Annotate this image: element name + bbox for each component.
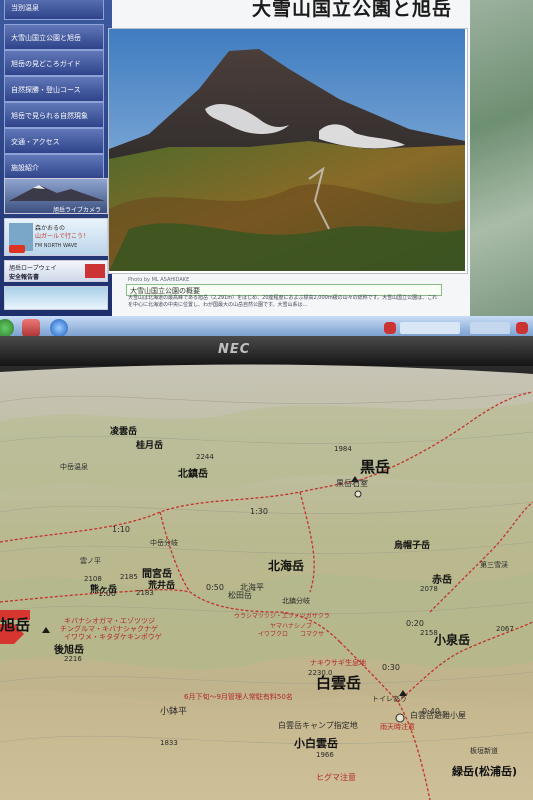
map-time-4: 1:30 [250,507,268,516]
app-taskbar-icon[interactable] [22,319,40,337]
map-terrain [0,364,533,800]
browser-taskbar-icon[interactable] [50,319,68,337]
hiking-map: 黒岳 北海岳 白雲岳 小泉岳 赤岳 北鎮岳 間宮岳 荒井岳 旭岳 後旭岳 熊ヶ岳… [0,362,533,800]
map-note-rain-caution: 雨天時注意 [380,723,415,731]
place-label-kobachidaira: 小鉢平 [160,707,188,717]
body-text: 大雪山は北海道の最高峰である旭岳（2,291m）をはじめ、20座程度におよぶ標高… [128,295,438,308]
radio-banner[interactable]: 森かおるの 山ガールで行こう！ FM NORTH WAVE [4,218,108,256]
mountain-hero-photo [109,29,465,271]
map-time-1: 1:10 [112,525,130,534]
place-label-kumonotaira: 雲ノ平 [80,557,101,565]
place-label-nakadake-onsen: 中岳温泉 [60,463,88,471]
language-bar[interactable] [400,322,460,334]
elevation-label-3: 2185 [120,573,138,581]
elevation-label-4: 2108 [84,575,102,583]
elevation-label-8: 1966 [316,751,334,759]
place-label-nakadake-junction: 中岳分岐 [150,539,178,547]
map-note-flowers-6: イワブクロ [258,631,289,638]
peak-label-hokuchindake: 北鎮岳 [178,469,208,480]
sidebar-item-trails[interactable]: 自然探勝・登山コース [4,76,104,102]
site-title: 大雪山国立公園と旭岳 [252,0,453,20]
elevation-label-0: 2230.0 [308,669,333,677]
peak-label-mamiyadake: 間宮岳 [142,569,172,580]
brand-logo: NEC [218,342,251,357]
sidebar-item-hot-spring[interactable]: 当別温泉 [4,0,104,20]
elevation-label-2: 2183 [136,589,154,597]
map-time-5: 0:50 [206,583,224,592]
peak-label-koizumidake: 小泉岳 [434,633,471,647]
peak-label-hokkaidake: 北海岳 [268,559,305,573]
map-time-2: 0:30 [382,663,400,672]
map-note-hut-season: 6月下旬～9月管理人常駐有料50名 [184,693,293,701]
peak-label-keigetsudake: 桂月岳 [136,441,164,451]
place-label-bear-warning: ヒグマ注意 [316,773,356,782]
elevation-label-11: 1984 [334,445,352,453]
youtube-icon [9,245,25,253]
monitor-screen: 当別温泉 大雪山国立公園と旭岳 旭岳の見どころガイド 自然探勝・登山コース 旭岳… [0,0,533,340]
extra-banner[interactable] [4,286,108,310]
map-note-pika-habitat: ナキウサギ生息地 [310,659,366,667]
peak-label-eboshidake: 烏帽子岳 [394,541,431,551]
sidebar-item-park[interactable]: 大雪山国立公園と旭岳 [4,24,104,50]
sidebar-item-guide[interactable]: 旭岳の見どころガイド [4,50,104,76]
elevation-label-6: 2158 [420,629,438,637]
browser-webpage: 当別温泉 大雪山国立公園と旭岳 旭岳の見どころガイド 自然探勝・登山コース 旭岳… [0,0,470,318]
map-note-flowers-3: イワウメ・キタダケキンポウゲ [64,633,162,641]
peak-label-ryounndake: 凌雲岳 [110,427,138,437]
elevation-label-7: 2067 [496,625,514,633]
place-label-matsudadake: 松田岳 [228,591,252,600]
place-label-kurodake-hut: 黒岳石室 [336,479,368,488]
place-label-hakuun-camp: 白雲岳キャンプ指定地 [278,721,358,730]
photo-scene: 当別温泉 大雪山国立公園と旭岳 旭岳の見どころガイド 自然探勝・登山コース 旭岳… [0,0,533,800]
ropeway-report-banner[interactable]: 旭岳ロープウェイ 安全報告書 [4,260,108,282]
sidebar-item-phenomena[interactable]: 旭岳で見られる自然現象 [4,102,104,128]
live-camera-banner[interactable]: 旭岳ライブカメラ [4,178,108,214]
elevation-label-1: 2216 [64,655,82,663]
place-label-hokuchin-junction: 北鎮分岐 [282,597,310,605]
sidebar-item-access[interactable]: 交通・アクセス [4,128,104,154]
mountain-thumbnail-icon [9,185,105,201]
gondola-icon [85,264,105,278]
system-tray[interactable] [470,322,510,334]
tray-alert-icon[interactable] [516,322,528,334]
elevation-label-10: 2244 [196,453,214,461]
start-button-icon[interactable] [0,319,14,337]
map-time-3: 0:40 [422,707,440,716]
photo-credit: Photo by ML ASAHIDAKE [128,277,190,283]
site-sidebar: 当別温泉 大雪山国立公園と旭岳 旭岳の見どころガイド 自然探勝・登山コース 旭岳… [0,0,112,318]
elevation-label-5: 2078 [420,585,438,593]
place-label-third-snowfield: 第三雪渓 [480,561,508,569]
place-label-itagaki-trail: 板垣新道 [470,747,498,755]
map-note-flowers-1: キバナシオガマ・エゾツツジ [64,617,155,625]
peak-label-kohakuundake: 小白雲岳 [294,737,338,750]
map-note-flowers-5: ヤマハナシノブ [270,623,313,630]
peak-label-asahidake: 旭岳 [0,616,31,634]
peak-label-kurodake: 黒岳 [360,458,391,476]
tray-app-icon[interactable] [384,322,396,334]
map-note-flowers-4: ウラシマツツジ・エゾノツガザクラ [234,613,330,620]
place-label-toilet: トイレあり [372,695,407,703]
hero-photo-frame [108,28,468,274]
map-note-flowers-2: チングルマ・キバナシャクナゲ [60,625,158,633]
map-time-7: 1:00 [98,589,116,598]
peak-label-hakuundake: 白雲岳 [316,674,362,692]
map-note-flowers-7: コマクサ [300,631,325,638]
peak-label-midoridake: 緑岳(松浦岳) [452,765,518,778]
elevation-label-9: 1833 [160,739,178,747]
map-time-6: 0:20 [406,619,424,628]
sidebar-item-facilities[interactable]: 施設紹介 [4,154,104,180]
